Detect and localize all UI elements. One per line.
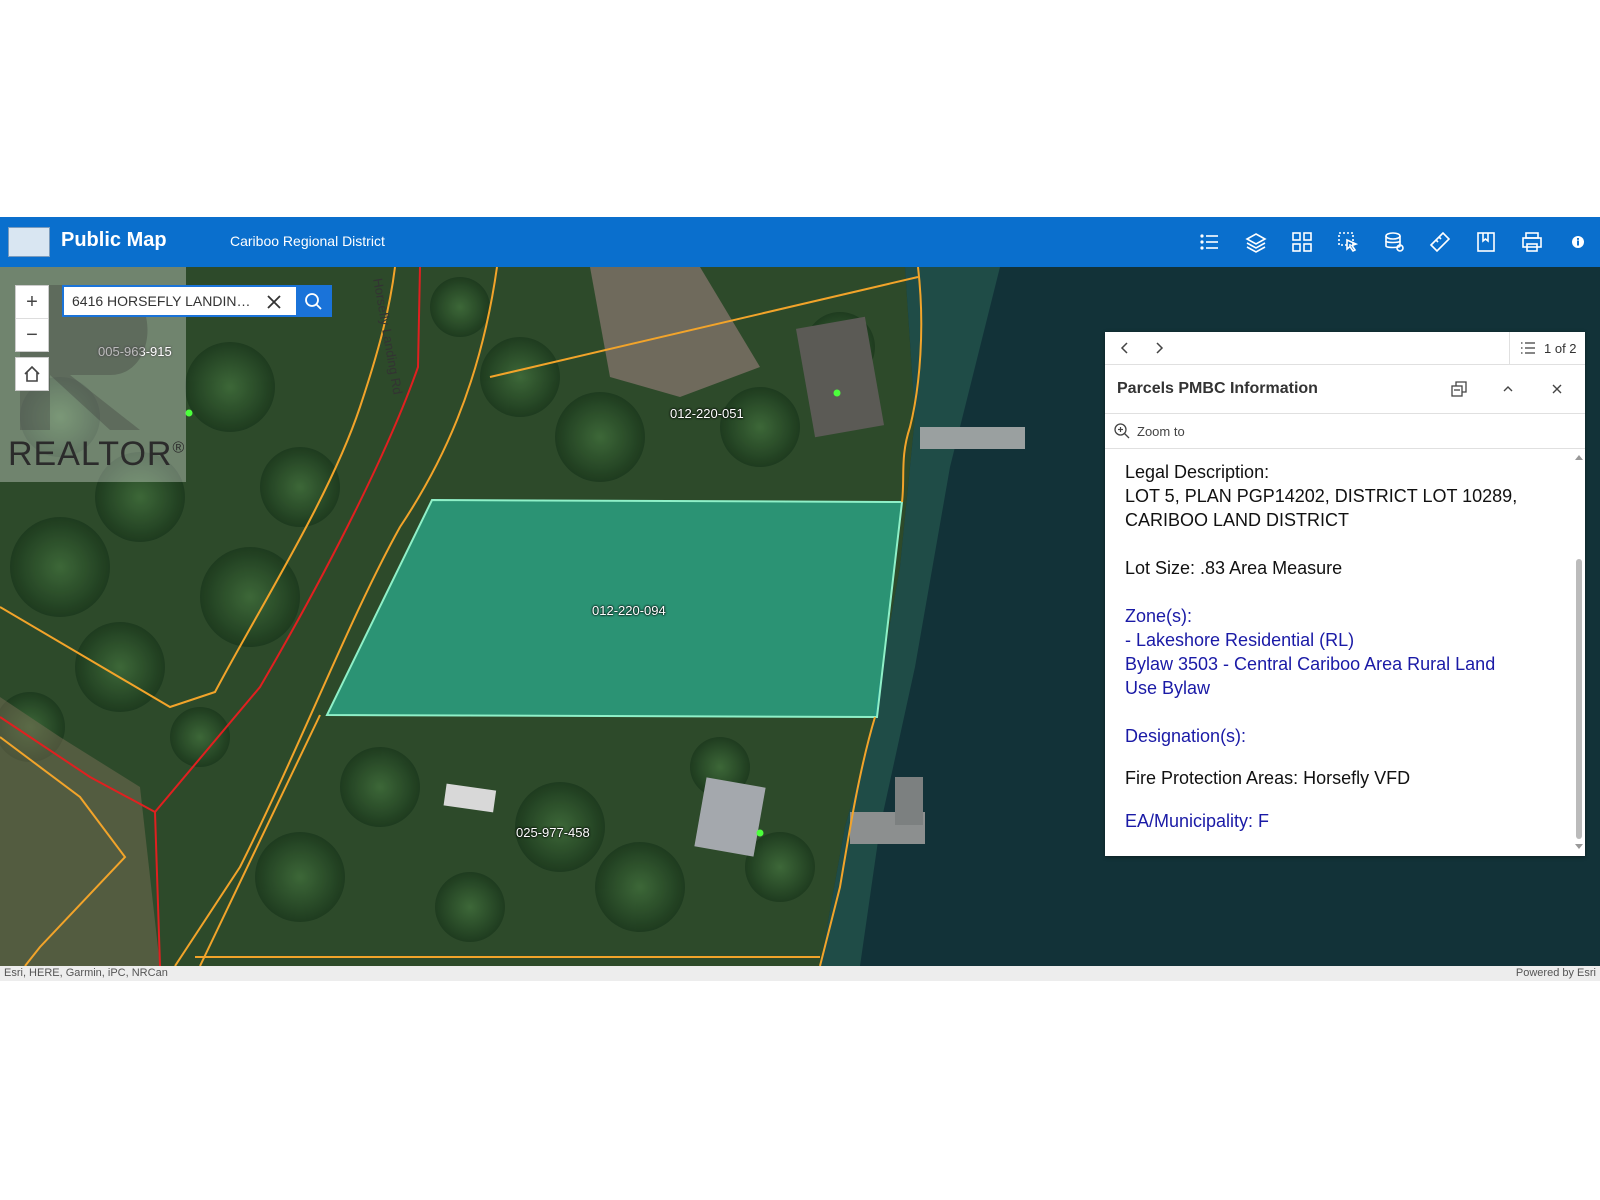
dock-icon [1451,381,1467,397]
clear-search-button[interactable] [264,292,284,312]
list-icon [1521,342,1535,354]
zoom-to-label: Zoom to [1137,424,1185,439]
zone-link[interactable]: - Lakeshore Residential (RL) [1125,630,1354,651]
powered-by-text[interactable]: Powered by Esri [1516,967,1596,979]
print-icon[interactable] [1520,230,1544,254]
attribution-bar: Esri, HERE, Garmin, iPC, NRCan Powered b… [0,966,1600,981]
scrollbar-thumb[interactable] [1576,559,1582,839]
layers-icon[interactable] [1244,230,1268,254]
search-icon [305,293,322,310]
legal-description-line: LOT 5, PLAN PGP14202, DISTRICT LOT 10289… [1125,486,1518,506]
collapse-button[interactable] [1499,380,1517,398]
zoom-in-icon [1114,423,1130,439]
bookmark-icon[interactable] [1474,230,1498,254]
map-view[interactable]: Horsefly Landing Rd 005-963-915 012-220-… [0,267,1600,966]
chevron-up-icon [1503,386,1513,392]
popup-header: Parcels PMBC Information [1105,365,1585,414]
select-icon[interactable] [1336,230,1360,254]
close-popup-button[interactable] [1548,380,1566,398]
organization-name: Cariboo Regional District [230,233,385,249]
legal-description-heading: Legal Description: [1125,462,1270,482]
zoom-out-button[interactable]: − [16,319,48,351]
next-feature-button[interactable] [1151,340,1167,356]
zoom-to-action[interactable]: Zoom to [1105,414,1585,449]
close-icon [267,295,281,309]
close-icon [1552,384,1562,394]
designations-heading: Designation(s): [1125,726,1247,746]
zones-heading: Zone(s): [1125,606,1193,626]
feature-popup: 1 of 2 Parcels PMBC Information Zoom to [1105,332,1585,856]
header-bar: Public Map Cariboo Regional District [0,217,1600,267]
fire-protection: Fire Protection Areas: Horsefly VFD [1125,768,1411,788]
popup-content: Legal Description: LOT 5, PLAN PGP14202,… [1105,449,1585,856]
parcel-label: 012-220-051 [670,406,744,421]
pager-text: 1 of 2 [1544,341,1577,356]
chevron-right-icon [1156,342,1164,354]
ea-municipality: EA/Municipality: F [1125,811,1270,831]
previous-feature-button[interactable] [1117,340,1133,356]
home-icon [24,365,40,382]
basemap-gallery-icon[interactable] [1290,230,1314,254]
map-app: Public Map Cariboo Regional District Hor… [0,217,1600,981]
app-title: Public Map [61,229,167,251]
feature-pager[interactable]: 1 of 2 [1509,332,1585,364]
zoom-control: + − [15,285,49,352]
lot-size: Lot Size: .83 Area Measure [1125,558,1343,578]
search-widget: 6416 HORSEFLY LANDIN… [62,285,332,317]
attribution-text: Esri, HERE, Garmin, iPC, NRCan [4,967,168,979]
parcel-label: 025-977-458 [516,825,590,840]
bylaw-link[interactable]: Bylaw 3503 - Central Cariboo Area Rural … [1125,654,1495,675]
popup-title: Parcels PMBC Information [1117,380,1318,397]
list-icon[interactable] [1198,230,1222,254]
zoom-in-button[interactable]: + [16,286,48,319]
bylaw-link[interactable]: Use Bylaw [1125,678,1210,699]
info-icon[interactable] [1566,230,1590,254]
search-input[interactable]: 6416 HORSEFLY LANDIN… [72,293,252,309]
measure-icon[interactable] [1428,230,1452,254]
scroll-down-icon [1575,844,1583,849]
realtor-wordmark: REALTOR® [8,435,186,473]
parcel-label: 012-220-094 [592,603,666,618]
scroll-up-icon [1575,455,1583,460]
search-button[interactable] [296,287,330,315]
cariboo-logo [8,227,50,257]
legal-description-line: CARIBOO LAND DISTRICT [1125,510,1350,530]
home-button[interactable] [15,357,49,391]
data-icon[interactable] [1382,230,1406,254]
popup-nav: 1 of 2 [1105,332,1585,365]
dock-button[interactable] [1450,380,1468,398]
chevron-left-icon [1120,342,1128,354]
